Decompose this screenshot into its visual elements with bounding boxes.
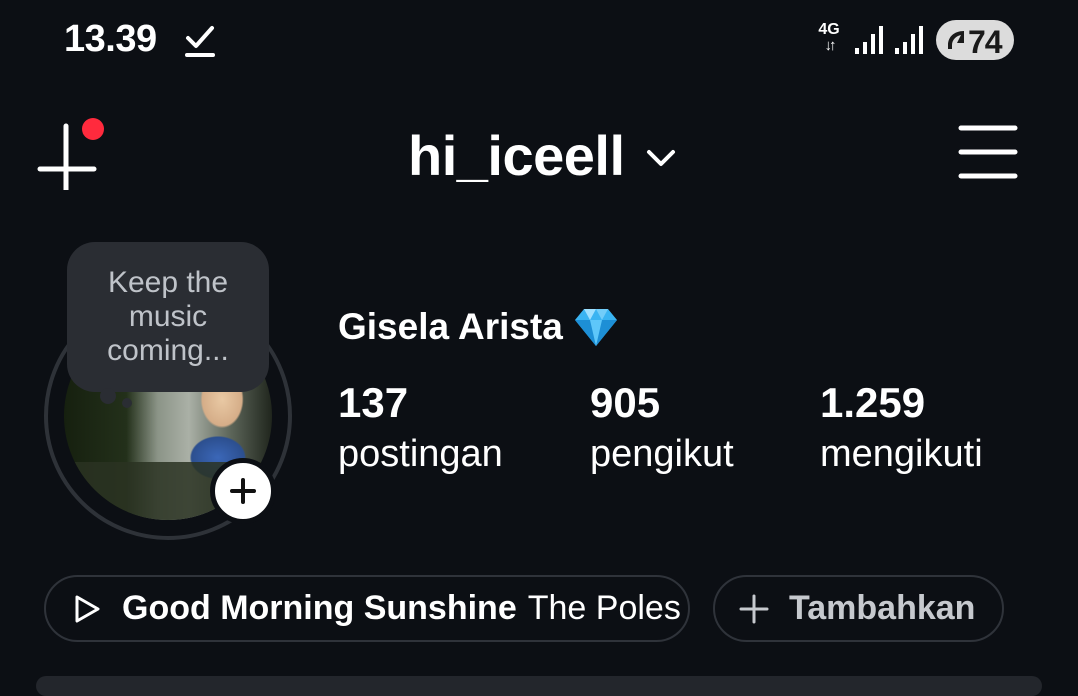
signal-icon	[895, 26, 923, 54]
download-done-icon	[185, 26, 215, 57]
stat-value: 137	[338, 379, 409, 426]
stat-label: pengikut	[590, 433, 734, 475]
plus-icon	[230, 478, 256, 504]
notification-dot	[82, 118, 104, 140]
profile-name-row: Gisela Arista	[338, 304, 619, 350]
diamond-icon	[574, 309, 617, 346]
network-arrows: ↓↑	[824, 37, 837, 54]
note-bubble[interactable]: Keep the music coming...	[67, 242, 269, 392]
status-time: 13.39	[64, 18, 157, 60]
username: hi_iceell	[408, 123, 625, 187]
song-title: Good Morning Sunshine	[122, 589, 517, 627]
stat-following[interactable]: 1.259 mengikuti	[820, 378, 983, 480]
play-icon	[75, 595, 100, 622]
chevron-down-icon	[646, 150, 675, 166]
add-button-label: Tambahkan	[789, 589, 976, 627]
add-story-button[interactable]	[210, 458, 276, 524]
stat-value: 1.259	[820, 379, 926, 426]
stat-label: mengikuti	[820, 433, 983, 475]
create-button[interactable]	[36, 118, 108, 201]
stat-followers[interactable]: 905 pengikut	[590, 378, 734, 480]
plus-icon	[739, 594, 769, 623]
signal-icon	[855, 26, 883, 54]
battery-percent: 74	[968, 24, 1003, 60]
hamburger-menu-icon[interactable]	[958, 124, 1018, 180]
stat-value: 905	[590, 379, 661, 426]
stat-posts[interactable]: 137 postingan	[338, 378, 503, 480]
note-tail	[122, 398, 132, 408]
network-type-label: 4G	[818, 21, 840, 38]
stat-label: postingan	[338, 433, 503, 475]
profile-header: hi_iceell	[0, 100, 1078, 210]
battery-indicator: 74	[936, 20, 1014, 60]
status-bar: 13.39 4G ↓↑ 74	[0, 0, 1078, 80]
next-section-edge	[36, 676, 1042, 696]
music-button[interactable]: Good Morning Sunshine The Poles	[44, 575, 690, 642]
display-name: Gisela Arista	[338, 306, 563, 347]
network-type: 4G ↓↑	[815, 22, 843, 58]
account-switcher[interactable]: hi_iceell	[408, 120, 677, 190]
note-tail	[100, 388, 116, 404]
song-artist: The Poles	[527, 589, 681, 627]
add-button[interactable]: Tambahkan	[713, 575, 1004, 642]
battery-saver-icon	[948, 31, 964, 49]
